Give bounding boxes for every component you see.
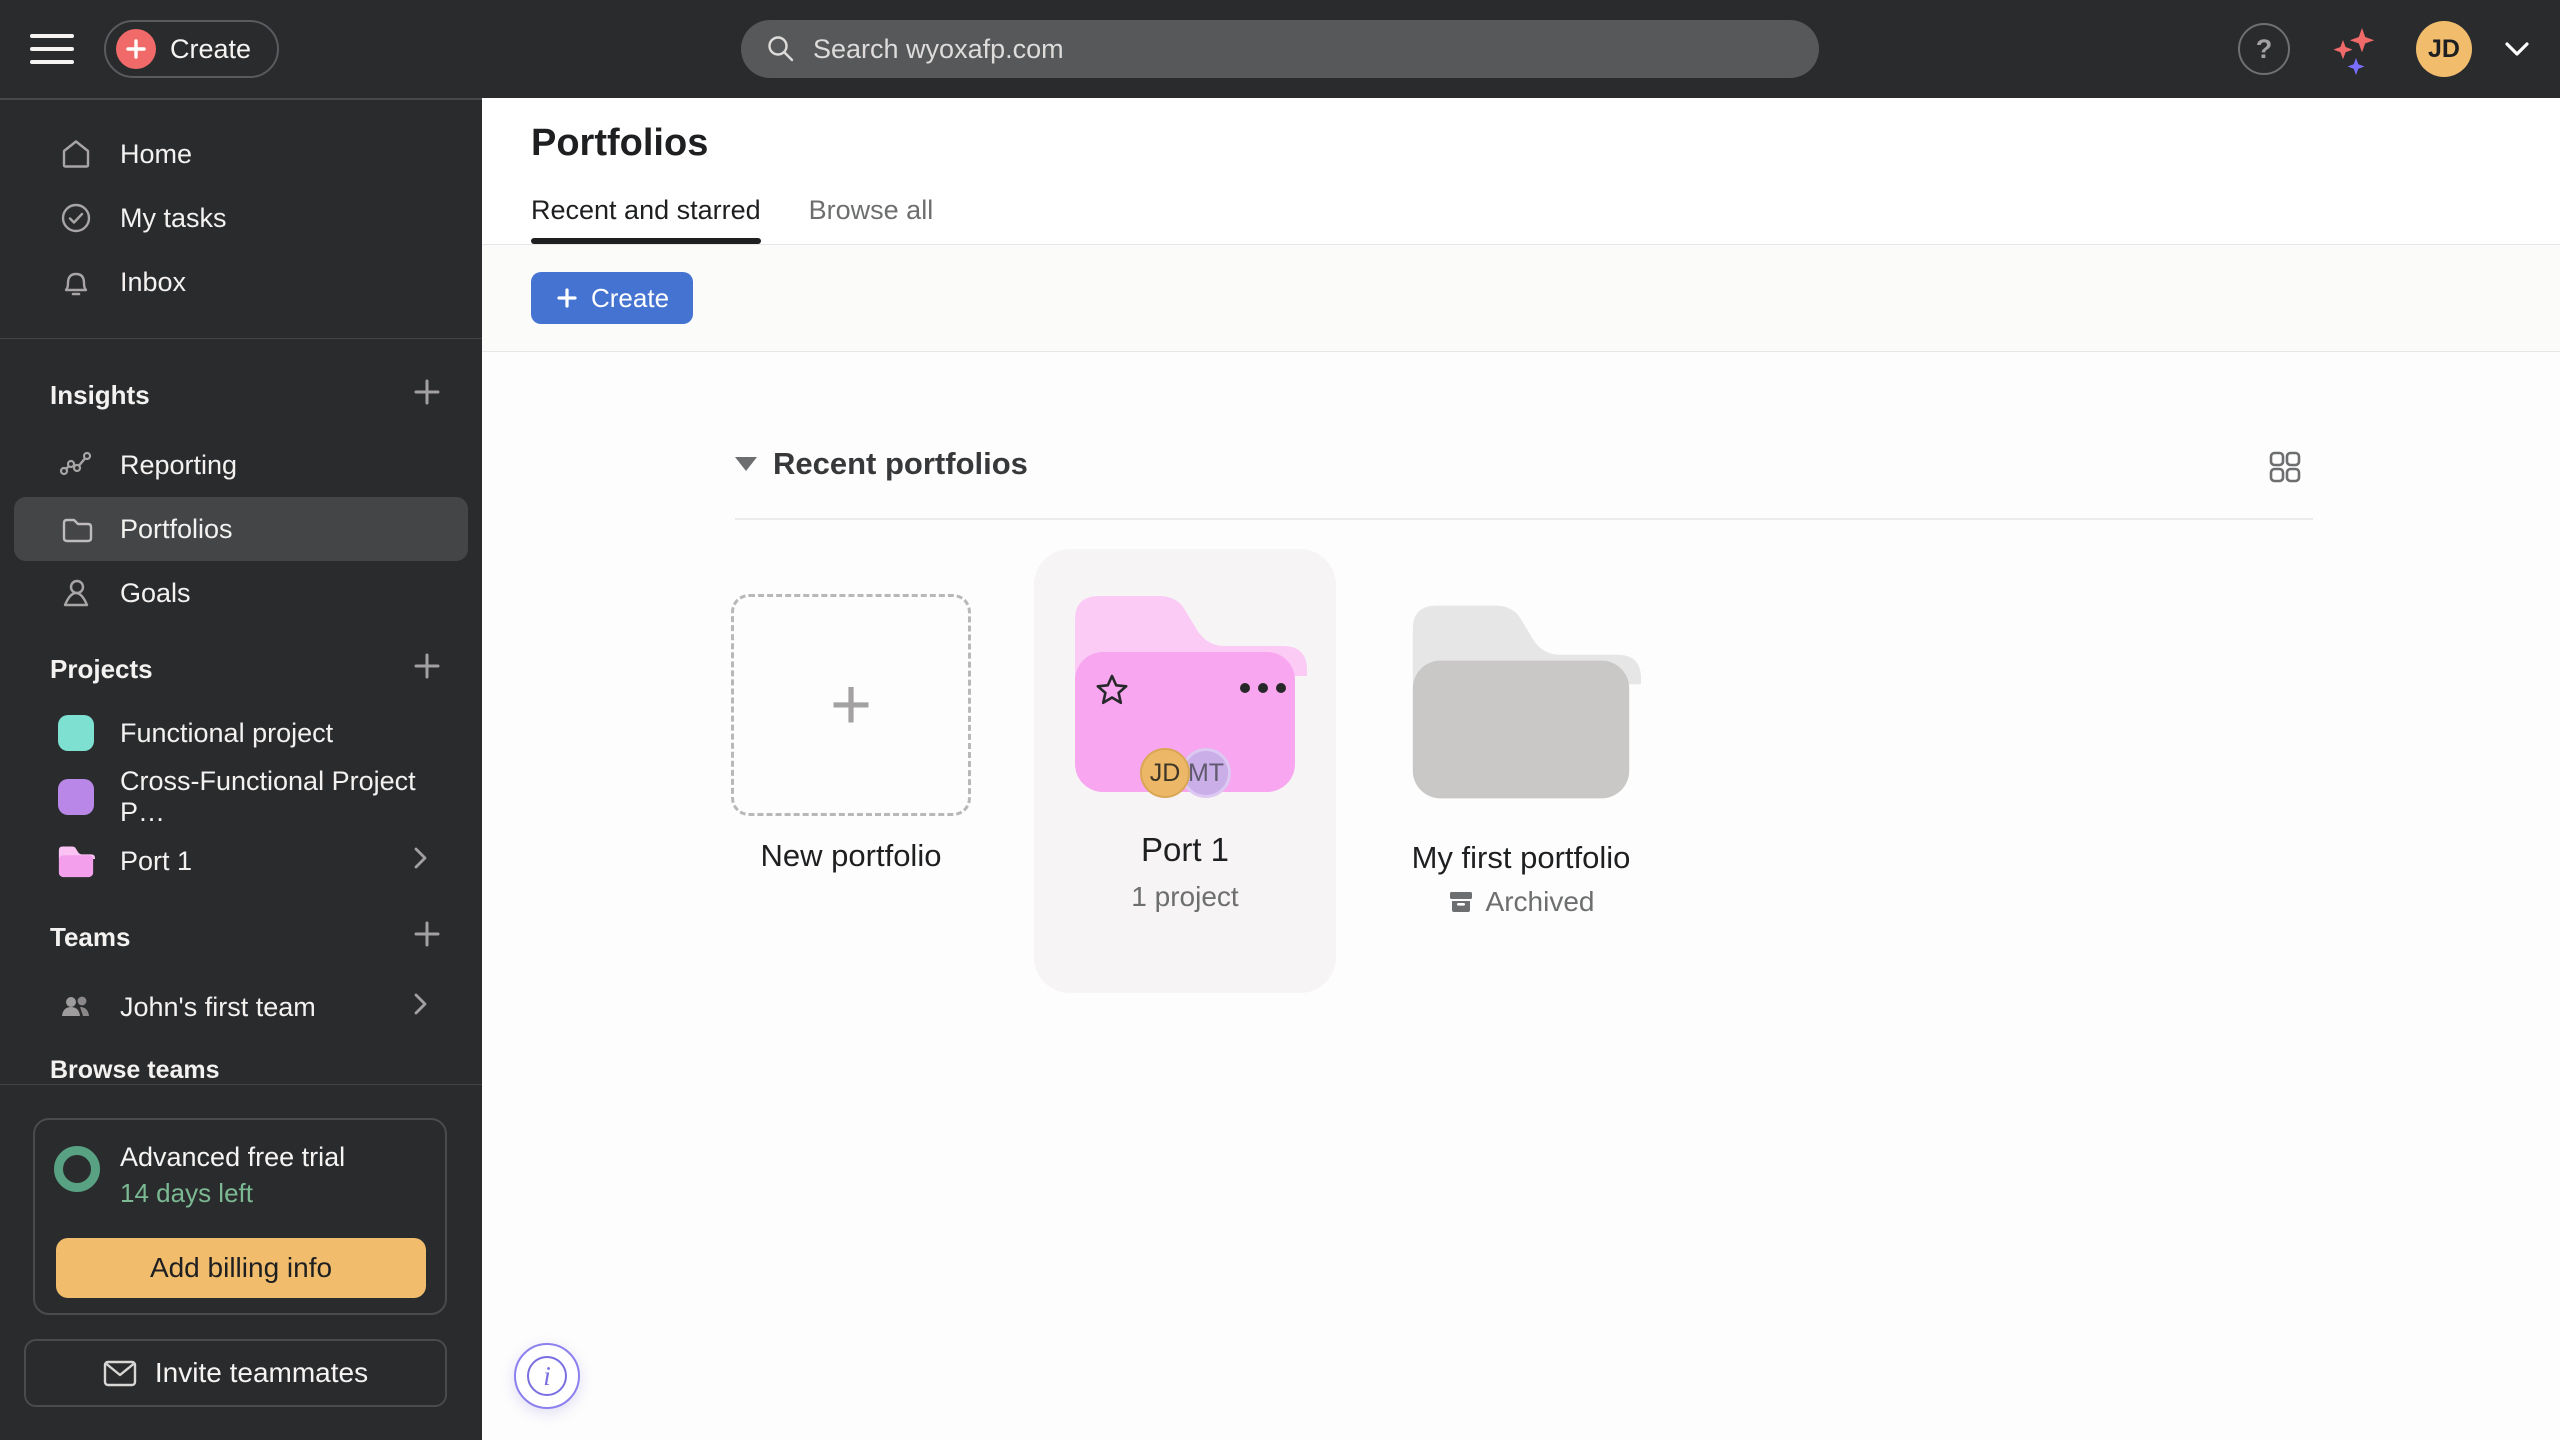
insights-section-header[interactable]: Insights [0, 363, 482, 427]
new-portfolio-label[interactable]: New portfolio [731, 838, 971, 874]
user-avatar[interactable]: JD [2416, 21, 2472, 77]
page-title: Portfolios [531, 122, 709, 164]
pink-folder-icon [56, 844, 96, 879]
trial-card: Advanced free trial 14 days left Add bil… [33, 1118, 447, 1315]
search-input[interactable]: Search wyoxafp.com [741, 20, 1819, 78]
sidebar-item-portfolios[interactable]: Portfolios [14, 497, 468, 561]
create-portfolio-button[interactable]: Create [531, 272, 694, 324]
plus-icon [116, 29, 156, 69]
section-title: Recent portfolios [773, 446, 1028, 481]
check-circle-icon [56, 200, 96, 236]
reporting-icon [56, 447, 96, 483]
sidebar-item-home[interactable]: Home [14, 122, 468, 186]
team-people-icon [56, 989, 96, 1025]
global-create-label: Create [170, 33, 252, 64]
question-mark-icon: ? [2255, 33, 2273, 64]
expand-chevron-icon[interactable] [410, 991, 430, 1024]
browse-teams-link[interactable]: Browse teams [0, 1045, 482, 1095]
projects-section-header[interactable]: Projects [0, 637, 482, 701]
ai-sparkles-icon[interactable] [2322, 18, 2384, 80]
teams-section-header[interactable]: Teams [0, 905, 482, 969]
plus-icon: + [829, 665, 873, 745]
envelope-icon [103, 1360, 137, 1386]
sidebar: Home My tasks Inbox Insights Reporting P… [0, 98, 482, 1440]
sidebar-item-johns-first-team[interactable]: John's first team [14, 975, 468, 1039]
grid-view-icon[interactable] [2267, 449, 2303, 485]
sidebar-item-goals[interactable]: Goals [14, 561, 468, 625]
add-insights-icon[interactable] [412, 377, 442, 414]
goals-icon [56, 575, 96, 611]
section-divider [735, 518, 2313, 520]
sidebar-item-port-1[interactable]: Port 1 [14, 829, 468, 893]
search-icon [768, 36, 794, 62]
tab-recent-and-starred[interactable]: Recent and starred [531, 195, 761, 244]
portfolio-name[interactable]: My first portfolio [1371, 840, 1671, 876]
portfolio-content: Recent portfolios + New portfolio JD MT [482, 352, 2560, 1440]
archived-status: Archived [1371, 886, 1671, 918]
tab-browse-all[interactable]: Browse all [809, 195, 934, 244]
sidebar-item-reporting[interactable]: Reporting [14, 433, 468, 497]
portfolio-name: Port 1 [1140, 831, 1230, 868]
search-placeholder: Search wyoxafp.com [813, 33, 1064, 64]
expand-chevron-icon[interactable] [410, 845, 430, 878]
recent-portfolios-header[interactable]: Recent portfolios [735, 436, 1028, 492]
gray-folder-icon[interactable] [1401, 588, 1641, 812]
plus-icon [557, 288, 577, 308]
add-billing-info-button[interactable]: Add billing info [56, 1238, 426, 1298]
invite-teammates-button[interactable]: Invite teammates [24, 1339, 447, 1407]
portfolio-card-port-1[interactable]: JD MT Port 1 1 project [1034, 549, 1336, 993]
sidebar-item-my-tasks[interactable]: My tasks [14, 186, 468, 250]
collapse-caret-icon [735, 457, 757, 471]
page-header: Portfolios Recent and starred Browse all [482, 98, 2560, 245]
add-team-icon[interactable] [412, 919, 442, 956]
project-color-swatch [56, 715, 96, 751]
chevron-down-icon[interactable] [2504, 40, 2530, 58]
sidebar-item-cross-functional-project[interactable]: Cross-Functional Project P… [14, 765, 468, 829]
menu-icon[interactable] [30, 27, 74, 71]
home-icon [56, 136, 96, 172]
sidebar-divider [0, 1084, 482, 1085]
help-info-button[interactable]: i [514, 1343, 580, 1409]
help-button[interactable]: ? [2238, 23, 2290, 75]
global-create-button[interactable]: Create [104, 20, 280, 78]
folder-icon [56, 511, 96, 547]
trial-days-left: 14 days left [120, 1178, 253, 1208]
trial-progress-ring [54, 1146, 100, 1192]
archive-box-icon [1449, 892, 1472, 912]
add-project-icon[interactable] [412, 651, 442, 688]
main-area: Portfolios Recent and starred Browse all… [482, 98, 2560, 1440]
new-portfolio-card[interactable]: + [731, 594, 971, 816]
trial-title: Advanced free trial [120, 1142, 346, 1172]
info-icon: i [527, 1356, 567, 1396]
portfolio-toolbar: Create [482, 245, 2560, 352]
project-color-swatch [56, 779, 96, 815]
bell-icon [56, 264, 96, 300]
sidebar-item-functional-project[interactable]: Functional project [14, 701, 468, 765]
topbar: Create Search wyoxafp.com ? JD [0, 0, 2560, 98]
star-icon[interactable] [1092, 671, 1132, 711]
sidebar-divider [0, 338, 482, 339]
avatar: JD [1140, 748, 1190, 798]
sidebar-item-inbox[interactable]: Inbox [14, 250, 468, 314]
tab-bar: Recent and starred Browse all [531, 195, 933, 244]
portfolio-project-count: 1 project [1131, 881, 1239, 912]
more-options-icon[interactable] [1240, 683, 1286, 693]
